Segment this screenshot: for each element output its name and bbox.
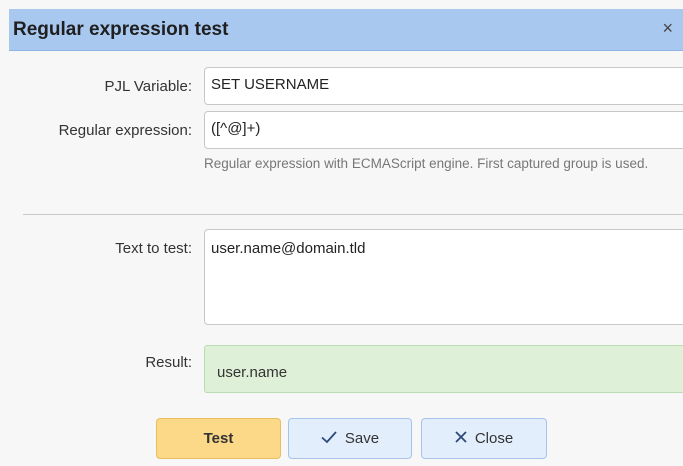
regular-expression-label: Regular expression: — [58, 122, 192, 139]
dialog-title: Regular expression test — [13, 19, 229, 40]
save-button-label: Save — [344, 430, 380, 447]
regex-test-dialog: Regular expression test × PJL Variable: … — [0, 0, 683, 466]
save-button[interactable]: Save — [288, 418, 412, 459]
pjl-variable-value: SET USERNAME — [211, 76, 330, 93]
test-button[interactable]: Test — [156, 418, 281, 459]
text-to-test-textarea[interactable]: user.name@domain.tld — [204, 229, 683, 325]
regular-expression-value: ([^@]+) — [211, 120, 261, 137]
pjl-variable-input[interactable]: SET USERNAME — [204, 67, 683, 105]
result-value: user.name — [217, 364, 288, 381]
text-to-test-label: Text to test: — [115, 240, 192, 257]
pjl-variable-label: PJL Variable: — [104, 78, 192, 95]
regular-expression-hint: Regular expression with ECMAScript engin… — [204, 156, 649, 171]
dialog-titlebar: Regular expression test × — [9, 9, 683, 51]
close-icon[interactable]: × — [662, 18, 673, 39]
check-icon — [321, 430, 337, 447]
test-button-label: Test — [203, 430, 234, 447]
result-label: Result: — [145, 354, 192, 371]
text-to-test-value: user.name@domain.tld — [211, 240, 366, 257]
close-button[interactable]: Close — [421, 418, 547, 459]
close-button-label: Close — [474, 430, 514, 447]
section-divider — [23, 214, 683, 215]
result-box: user.name — [204, 345, 683, 393]
regular-expression-input[interactable]: ([^@]+) — [204, 111, 683, 149]
x-icon — [455, 430, 467, 447]
